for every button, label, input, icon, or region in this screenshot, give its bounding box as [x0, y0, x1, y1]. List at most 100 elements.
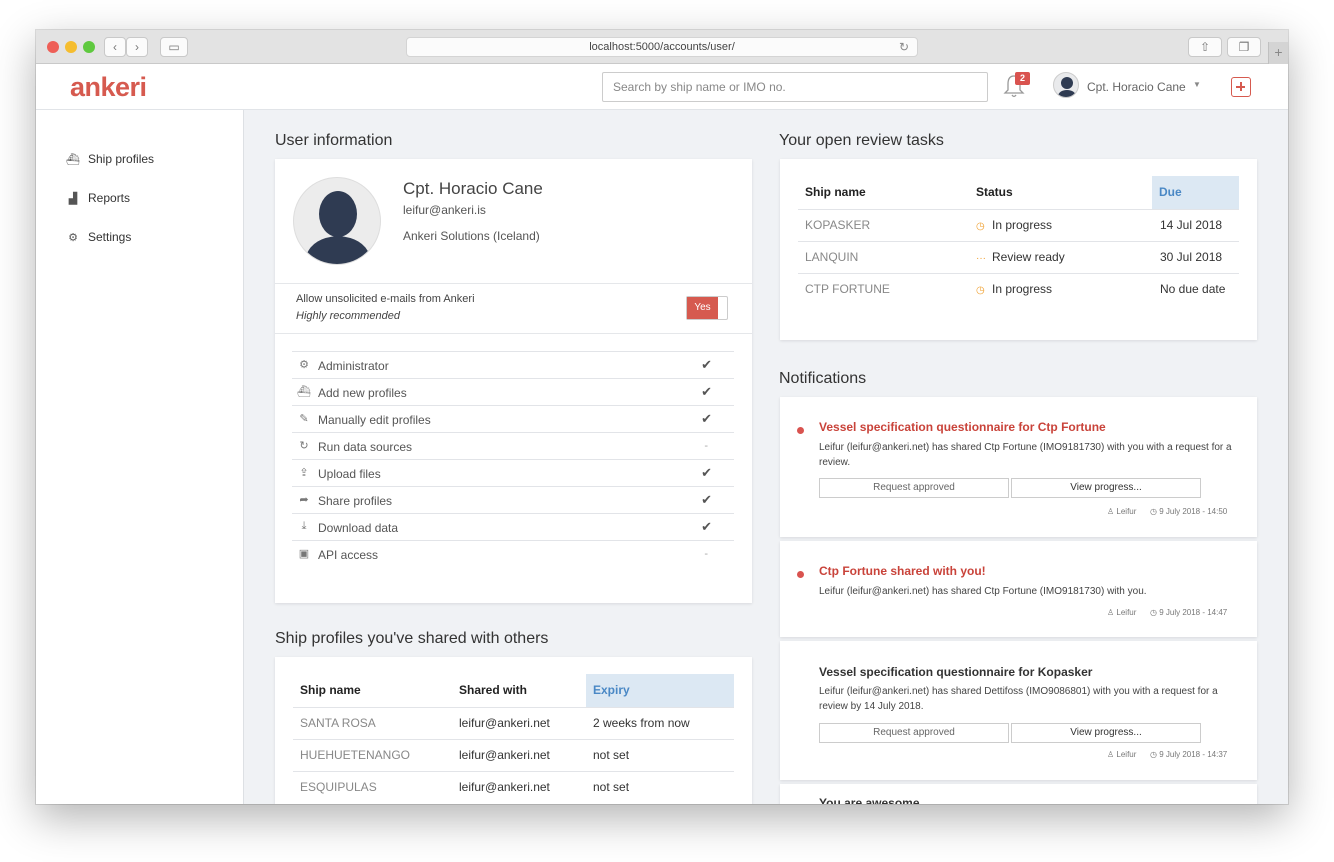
column-header-ship-name[interactable]: Ship name [293, 674, 452, 707]
notification-title[interactable]: Vessel specification questionnaire for C… [819, 420, 1106, 434]
notification-title[interactable]: Vessel specification questionnaire for K… [819, 665, 1092, 679]
forward-button[interactable]: › [126, 37, 148, 57]
avatar[interactable] [1053, 72, 1079, 98]
tabs-icon[interactable]: ❐ [1227, 37, 1261, 57]
cell-status: ◷ In progress [976, 218, 1052, 232]
upload-icon: ⇪ [299, 467, 309, 479]
address-bar[interactable]: localhost:5000/accounts/user/ ↻ [406, 37, 918, 57]
notification-card[interactable]: Vessel specification questionnaire for C… [780, 397, 1257, 537]
column-header-status[interactable]: Status [969, 176, 1152, 209]
cell-shared-with: leifur@ankeri.net [459, 780, 550, 794]
notification-card[interactable]: Vessel specification questionnaire for K… [780, 641, 1257, 780]
clock-icon: ◷ [1150, 750, 1160, 759]
user-menu-name[interactable]: Cpt. Horacio Cane [1087, 80, 1186, 94]
minimize-window-button[interactable] [65, 41, 77, 53]
table-row[interactable]: HUEHUETENANGO leifur@ankeri.net not set [293, 739, 734, 771]
cell-ship-name[interactable]: CTP FORTUNE [805, 282, 890, 296]
unread-dot-icon [797, 571, 804, 578]
status-label: In progress [992, 218, 1053, 232]
permission-label: Run data sources [318, 440, 413, 454]
avatar [293, 177, 381, 265]
cell-due: 14 Jul 2018 [1160, 218, 1223, 232]
cell-ship-name[interactable]: ESQUIPULAS [300, 780, 377, 794]
column-header-shared-with[interactable]: Shared with [452, 674, 586, 707]
cell-shared-with: leifur@ankeri.net [459, 716, 550, 730]
add-icon[interactable] [1231, 77, 1251, 97]
permission-dash: - [704, 548, 708, 560]
back-button[interactable]: ‹ [104, 37, 126, 57]
clock-icon: ◷ [1150, 507, 1160, 516]
permission-check-icon: ✔ [701, 519, 712, 534]
sidebar-toggle-icon[interactable]: ▭ [160, 37, 188, 57]
view-progress-button[interactable]: View progress... [1011, 723, 1201, 743]
notification-body: Leifur (leifur@ankeri.net) has shared Ct… [819, 442, 1232, 468]
cell-ship-name[interactable]: HUEHUETENANGO [300, 748, 410, 762]
permission-check-icon: ✔ [701, 357, 712, 372]
request-approved-button[interactable]: Request approved [819, 478, 1009, 498]
chart-icon: ▟ [68, 193, 78, 205]
logo[interactable]: ankeri [70, 72, 147, 103]
table-row[interactable]: CTP FORTUNE ◷ In progress No due date [798, 273, 1239, 305]
status-label: In progress [992, 282, 1053, 296]
permission-dash: - [704, 440, 708, 452]
user-email: leifur@ankeri.is [403, 203, 486, 217]
sidebar-item-label: Reports [88, 191, 131, 205]
notification-title[interactable]: You are awesome [819, 796, 920, 804]
request-approved-button[interactable]: Request approved [819, 723, 1009, 743]
notification-card[interactable]: You are awesome [780, 784, 1257, 804]
column-header-ship-name[interactable]: Ship name [798, 176, 969, 209]
clock-icon: ◷ [976, 285, 985, 296]
cell-ship-name[interactable]: KOPASKER [805, 218, 870, 232]
user-organization: Ankeri Solutions (Iceland) [403, 229, 540, 243]
table-row[interactable]: ESQUIPULAS leifur@ankeri.net not set [293, 771, 734, 803]
cell-ship-name[interactable]: LANQUIN [805, 250, 858, 264]
permission-check-icon: ✔ [701, 465, 712, 480]
sidebar-item-reports[interactable]: ▟ Reports [66, 191, 130, 205]
gear-icon: ⚙ [299, 359, 309, 371]
sidebar-item-ship-profiles[interactable]: ⛴ Ship profiles [66, 152, 154, 166]
gear-icon: ⚙ [68, 232, 78, 244]
permission-label: Administrator [318, 359, 389, 373]
permission-label: Share profiles [318, 494, 393, 508]
sidebar-item-label: Settings [88, 230, 132, 244]
column-header-due[interactable]: Due [1152, 176, 1239, 209]
table-row[interactable]: SANTA ROSA leifur@ankeri.net 2 weeks fro… [293, 707, 734, 739]
new-tab-button[interactable]: + [1268, 42, 1288, 64]
permission-label: API access [318, 548, 379, 562]
user-icon: ♙ [1107, 608, 1117, 617]
table-row[interactable]: LANQUIN ··· Review ready 30 Jul 2018 [798, 241, 1239, 273]
notification-time: ◷ 9 July 2018 - 14:37 [1150, 750, 1228, 759]
notification-badge: 2 [1015, 72, 1030, 85]
ship-icon: ⛴ [297, 386, 311, 398]
notification-title[interactable]: Ctp Fortune shared with you! [819, 564, 986, 578]
notification-card[interactable]: Ctp Fortune shared with you! Leifur (lei… [780, 541, 1257, 637]
chevron-down-icon[interactable]: ▼ [1193, 80, 1201, 89]
user-info-card: Cpt. Horacio Cane leifur@ankeri.is Anker… [275, 159, 752, 603]
column-header-expiry[interactable]: Expiry [586, 674, 734, 707]
share-icon[interactable]: ⇧ [1188, 37, 1222, 57]
table-row[interactable]: KOPASKER ◷ In progress 14 Jul 2018 [798, 209, 1239, 241]
reload-icon[interactable]: ↻ [899, 38, 909, 56]
download-icon: ⤓ [301, 520, 307, 532]
user-icon: ♙ [1107, 750, 1117, 759]
view-progress-button[interactable]: View progress... [1011, 478, 1201, 498]
close-window-button[interactable] [47, 41, 59, 53]
notification-body: Leifur (leifur@ankeri.net) has shared De… [819, 686, 1218, 712]
review-tasks-card: Ship name Status Due KOPASKER ◷ In progre… [780, 159, 1257, 340]
search-input[interactable] [602, 72, 988, 102]
clock-icon: ◷ [976, 221, 985, 232]
browser-window: ‹ › ▭ localhost:5000/accounts/user/ ↻ ⇧ … [36, 30, 1288, 804]
cell-status: ◷ In progress [976, 282, 1052, 296]
permission-label: Upload files [318, 467, 381, 481]
sidebar-item-settings[interactable]: ⚙ Settings [66, 230, 131, 244]
notification-author: ♙ Leifur [1107, 608, 1137, 617]
dots-icon: ··· [976, 253, 986, 264]
cell-ship-name[interactable]: SANTA ROSA [300, 716, 376, 730]
refresh-icon: ↻ [299, 440, 309, 452]
notification-time: ◷ 9 July 2018 - 14:47 [1150, 608, 1228, 617]
url-text: localhost:5000/accounts/user/ [589, 41, 735, 53]
maximize-window-button[interactable] [83, 41, 95, 53]
allow-emails-toggle[interactable]: Yes [686, 296, 728, 320]
terminal-icon: ▣ [298, 548, 310, 560]
permission-row: ⇪ Upload files ✔ [292, 459, 734, 486]
